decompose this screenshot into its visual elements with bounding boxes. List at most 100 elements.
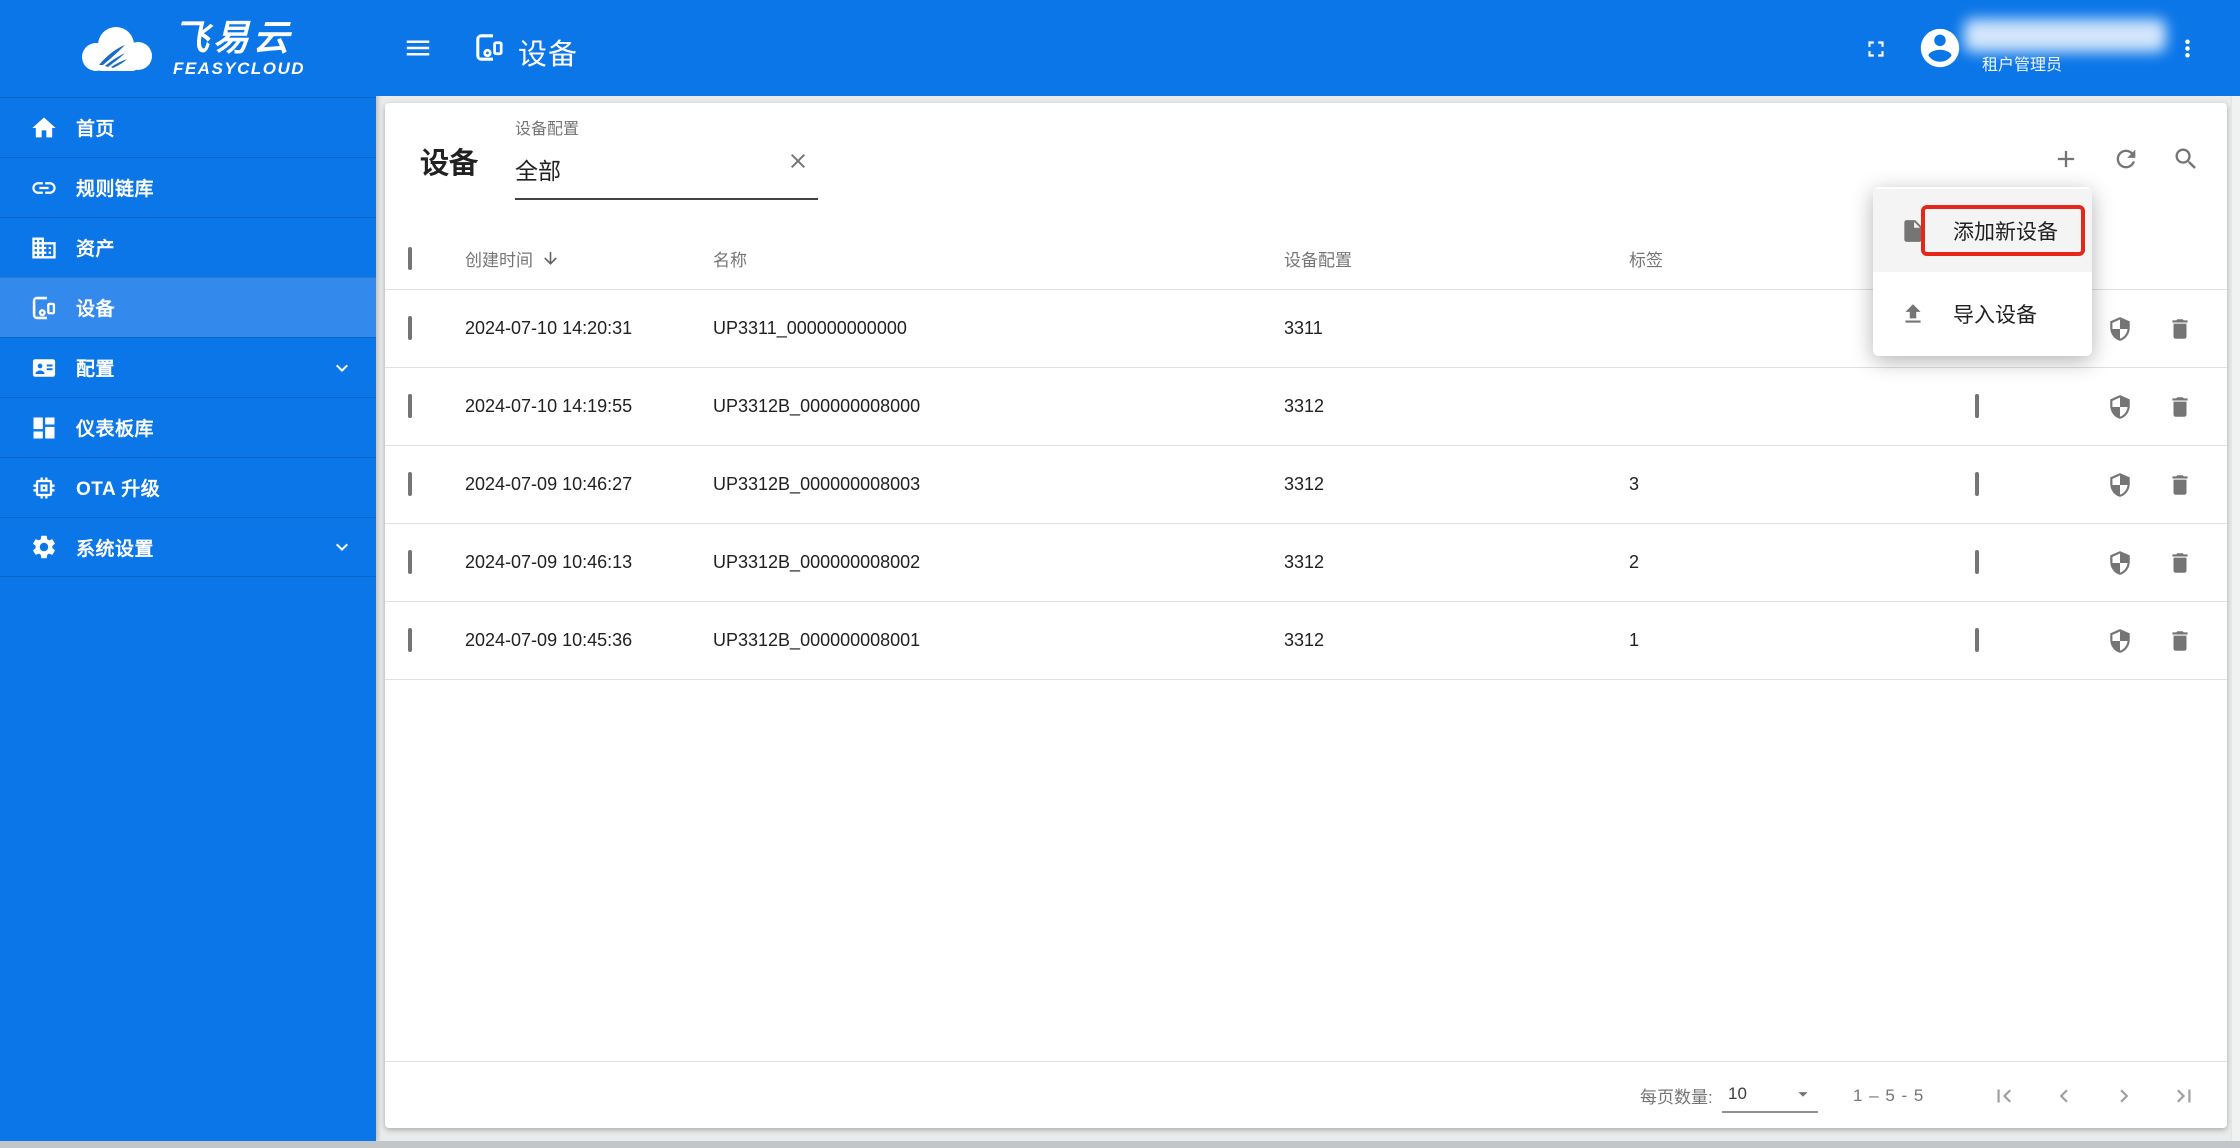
row-checkbox[interactable]	[408, 472, 412, 496]
header-created-time[interactable]: 创建时间	[465, 246, 713, 271]
cloud-logo-icon	[81, 26, 152, 71]
cell-name: UP3312B_000000008002	[713, 552, 921, 572]
per-page-select[interactable]: 10	[1722, 1079, 1818, 1113]
per-page-label: 每页数量:	[1640, 1088, 1713, 1107]
hamburger-menu-icon[interactable]	[403, 33, 433, 63]
cell-created-time: 2024-07-10 14:19:55	[465, 396, 633, 416]
shield-icon[interactable]	[2107, 316, 2133, 342]
per-page-value: 10	[1728, 1083, 1747, 1103]
more-vert-icon[interactable]	[2174, 35, 2201, 62]
brand-logo: 飞易云 FEASYCLOUD	[0, 0, 376, 97]
chevron-down-icon[interactable]	[330, 356, 354, 380]
shield-icon[interactable]	[2107, 472, 2133, 498]
chip-icon	[33, 477, 55, 498]
cell-tag: 2	[1629, 552, 1640, 572]
sidebar-item-profiles[interactable]: 配置	[0, 337, 376, 397]
page-header-title: 设备	[518, 39, 579, 71]
sidebar-item-devices[interactable]: 设备	[0, 277, 376, 337]
row-flag-checkbox[interactable]	[1975, 472, 1979, 496]
sidebar-item-ota[interactable]: OTA 升级	[0, 457, 376, 517]
sidebar-item-assets[interactable]: 资产	[0, 217, 376, 277]
page-range-label: 1 – 5 - 5	[1853, 1085, 1925, 1105]
cell-device-profile: 3312	[1284, 630, 1325, 650]
previous-page-icon[interactable]	[2051, 1083, 2077, 1109]
last-page-icon[interactable]	[2171, 1083, 2197, 1109]
chevron-down-icon[interactable]	[330, 535, 354, 559]
filter-value[interactable]: 全部	[515, 152, 818, 186]
home-icon	[32, 117, 56, 137]
link-icon	[32, 181, 56, 194]
devices-icon	[476, 34, 503, 61]
search-icon[interactable]	[2172, 145, 2200, 173]
upload-icon	[1905, 303, 1921, 323]
row-checkbox[interactable]	[408, 394, 412, 418]
cell-name: UP3312B_000000008003	[713, 474, 921, 494]
table-row[interactable]: 2024-07-09 10:45:36 UP3312B_000000008001…	[385, 602, 2227, 680]
cell-device-profile: 3311	[1284, 318, 1323, 338]
filter-underline	[515, 198, 818, 200]
refresh-icon[interactable]	[2112, 145, 2140, 173]
next-page-icon[interactable]	[2111, 1083, 2137, 1109]
brand-name-cn: 飞易云	[172, 17, 293, 58]
device-profile-filter[interactable]: 设备配置 全部	[515, 115, 818, 200]
sidebar-item-label: 资产	[76, 239, 116, 260]
row-flag-checkbox[interactable]	[1975, 628, 1979, 652]
devices-icon	[32, 296, 56, 319]
select-all-checkbox[interactable]	[408, 246, 412, 270]
menu-item-add-new-device[interactable]: 添加新设备	[1873, 189, 2092, 272]
trash-icon[interactable]	[2167, 316, 2193, 342]
filter-label: 设备配置	[515, 121, 580, 138]
cell-name: UP3311_000000000000	[713, 318, 907, 338]
sidebar-item-rule-chains[interactable]: 规则链库	[0, 157, 376, 217]
vertical-scrollbar[interactable]	[2231, 96, 2240, 1141]
row-checkbox[interactable]	[408, 628, 412, 652]
sidebar-item-label: 系统设置	[76, 538, 155, 560]
first-page-icon[interactable]	[1991, 1083, 2017, 1109]
sidebar-item-label: 首页	[76, 119, 116, 140]
trash-icon[interactable]	[2167, 472, 2193, 498]
sidebar-item-label: OTA 升级	[76, 479, 161, 500]
table-row[interactable]: 2024-07-09 10:46:13 UP3312B_000000008002…	[385, 524, 2227, 602]
sidebar-item-label: 仪表板库	[76, 419, 155, 440]
row-checkbox[interactable]	[408, 550, 412, 574]
header-tag[interactable]: 标签	[1629, 246, 1906, 271]
sidebar-item-settings[interactable]: 系统设置	[0, 517, 376, 577]
trash-icon[interactable]	[2167, 394, 2193, 420]
cell-device-profile: 3312	[1284, 396, 1325, 416]
sidebar-nav: 首页 规则链库 资产 设备 配置 仪表板库 OTA 升级 系统设置	[0, 97, 376, 577]
clear-filter-icon[interactable]	[786, 149, 810, 173]
header-name[interactable]: 名称	[713, 246, 1284, 271]
file-icon	[1904, 219, 1922, 242]
table-row[interactable]: 2024-07-09 10:46:27 UP3312B_000000008003…	[385, 446, 2227, 524]
row-flag-checkbox[interactable]	[1975, 550, 1979, 574]
cell-device-profile: 3312	[1284, 552, 1325, 572]
sort-desc-icon[interactable]	[541, 249, 560, 268]
fullscreen-icon[interactable]	[1863, 36, 1889, 62]
cell-device-profile: 3312	[1284, 474, 1325, 494]
paginator: 每页数量: 10 1 – 5 - 5	[385, 1061, 2227, 1128]
sidebar-item-label: 设备	[76, 299, 116, 320]
sidebar: 飞易云 FEASYCLOUD 首页 规则链库 资产 设备 配置 仪表板库 OTA…	[0, 0, 376, 1141]
shield-icon[interactable]	[2107, 550, 2133, 576]
row-checkbox[interactable]	[408, 316, 412, 340]
horizontal-scrollbar[interactable]	[0, 1141, 2240, 1148]
row-flag-checkbox[interactable]	[1975, 394, 1979, 418]
sidebar-item-home[interactable]: 首页	[0, 97, 376, 157]
trash-icon[interactable]	[2167, 550, 2193, 576]
cell-tag: 1	[1629, 630, 1640, 650]
menu-item-import-device[interactable]: 导入设备	[1873, 272, 2092, 355]
user-role-label: 租户管理员	[1982, 57, 2063, 74]
table-row[interactable]: 2024-07-10 14:19:55 UP3312B_000000008000…	[385, 368, 2227, 446]
topbar: 设备 租户管理员	[376, 0, 2240, 96]
shield-icon[interactable]	[2107, 394, 2133, 420]
trash-icon[interactable]	[2167, 628, 2193, 654]
dropdown-arrow-icon	[1798, 1091, 1808, 1097]
cell-name: UP3312B_000000008001	[713, 630, 921, 650]
cell-created-time: 2024-07-09 10:46:27	[465, 474, 633, 494]
sidebar-item-dashboards[interactable]: 仪表板库	[0, 397, 376, 457]
avatar[interactable]	[1917, 25, 1963, 71]
shield-icon[interactable]	[2107, 628, 2133, 654]
gear-icon	[33, 535, 55, 559]
add-device-icon[interactable]	[2052, 145, 2080, 173]
header-device-profile[interactable]: 设备配置	[1284, 246, 1629, 271]
